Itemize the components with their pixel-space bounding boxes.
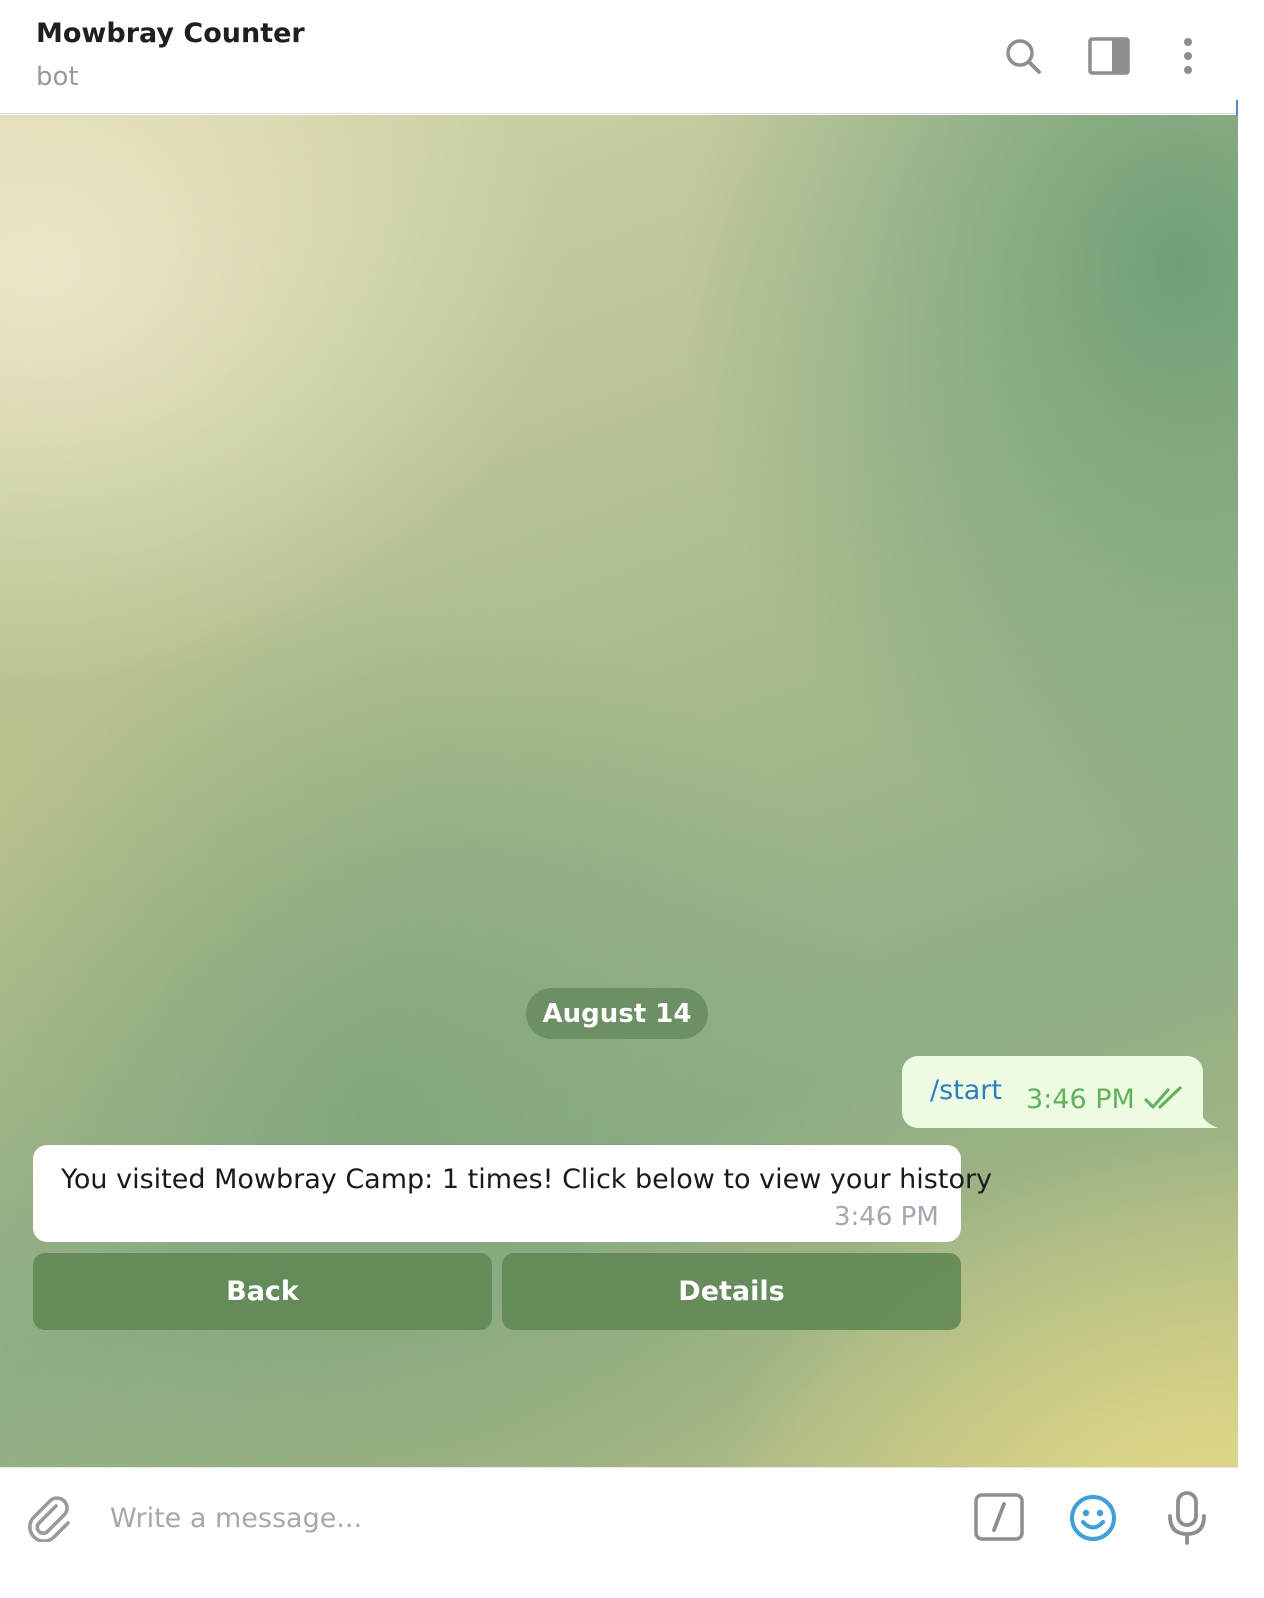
bot-command-icon[interactable] xyxy=(974,1493,1024,1541)
chat-status: bot xyxy=(36,62,79,92)
date-separator: August 14 xyxy=(526,988,708,1039)
chat-title[interactable]: Mowbray Counter xyxy=(36,18,305,49)
side-panel-icon[interactable] xyxy=(1087,34,1131,78)
microphone-icon[interactable] xyxy=(1164,1490,1210,1546)
incoming-message-time: 3:46 PM xyxy=(834,1202,939,1232)
bubble-tail xyxy=(1190,1110,1218,1128)
chat-header: Mowbray Counter bot xyxy=(0,0,1238,114)
outgoing-message-time: 3:46 PM xyxy=(1026,1084,1135,1115)
details-button[interactable]: Details xyxy=(502,1253,961,1330)
paperclip-icon[interactable] xyxy=(26,1494,74,1542)
window-edge-accent xyxy=(1236,100,1238,116)
search-icon[interactable] xyxy=(1001,34,1045,78)
outgoing-message-text[interactable]: /start xyxy=(930,1075,1002,1106)
emoji-icon[interactable] xyxy=(1068,1493,1118,1543)
back-button[interactable]: Back xyxy=(33,1253,492,1330)
incoming-message-text[interactable]: You visited Mowbray Camp: 1 times! Click… xyxy=(61,1164,992,1195)
window-edge xyxy=(1238,0,1264,1598)
message-input[interactable] xyxy=(110,1496,930,1540)
double-check-icon xyxy=(1144,1086,1182,1109)
more-vertical-icon[interactable] xyxy=(1166,34,1210,78)
